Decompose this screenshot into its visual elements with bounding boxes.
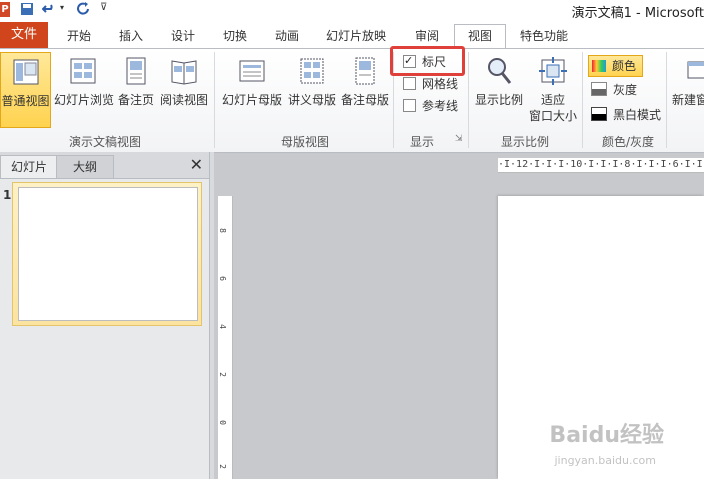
close-icon[interactable]: ✕ — [190, 155, 203, 175]
new-window-button[interactable]: 新建窗 — [672, 52, 704, 128]
pane-splitter[interactable] — [210, 152, 214, 479]
reading-view-button[interactable]: 阅读视图 — [158, 52, 210, 128]
black-white-icon — [591, 107, 607, 121]
slide-sorter-button[interactable]: 幻灯片浏览 — [54, 52, 115, 128]
notes-master-label: 备注母版 — [340, 93, 389, 107]
tab-file[interactable]: 文件 — [0, 22, 48, 48]
gridlines-checkbox[interactable] — [403, 77, 416, 90]
notes-master-icon — [355, 57, 375, 85]
slide-thumbnail[interactable] — [18, 187, 198, 321]
normal-view-label: 普通视图 — [1, 94, 50, 108]
undo-icon[interactable] — [42, 2, 56, 16]
watermark: Baidu经验 — [549, 423, 664, 448]
group-label-zoom: 显示比例 — [500, 135, 549, 149]
tab-animations[interactable]: 动画 — [266, 26, 308, 48]
group-label-master-views: 母版视图 — [280, 135, 329, 149]
group-divider — [468, 52, 469, 148]
color-button[interactable]: 颜色 — [588, 55, 644, 77]
ruler-tick: 2 — [218, 372, 227, 377]
zoom-button[interactable]: 显示比例 — [472, 52, 526, 128]
group-divider — [666, 52, 667, 148]
tab-review[interactable]: 审阅 — [404, 26, 450, 48]
slide-master-label: 幻灯片母版 — [221, 93, 282, 107]
ruler-tick: 2 — [218, 464, 227, 469]
redo-icon[interactable] — [76, 2, 90, 16]
handout-master-button[interactable]: 讲义母版 — [286, 52, 338, 128]
black-white-button[interactable]: 黑白模式 — [591, 105, 661, 125]
group-divider — [582, 52, 583, 148]
grayscale-label: 灰度 — [613, 83, 638, 97]
save-icon[interactable] — [20, 2, 34, 16]
ruler-tick: 8 — [218, 228, 227, 233]
guides-label: 参考线 — [422, 99, 459, 113]
new-window-label: 新建窗 — [672, 93, 704, 107]
title-bar: P ▾ ⊽ 演示文稿1 - Microsoft — [0, 0, 704, 21]
customize-qat-icon[interactable]: ⊽ — [100, 2, 107, 13]
fit-to-window-button[interactable]: 适应 窗口大小 — [526, 52, 580, 128]
notes-master-button[interactable]: 备注母版 — [340, 52, 390, 128]
window-title: 演示文稿1 - Microsoft — [571, 6, 704, 21]
reading-view-label: 阅读视图 — [159, 93, 208, 107]
undo-dropdown-icon[interactable]: ▾ — [60, 3, 64, 12]
tab-design[interactable]: 设计 — [162, 26, 204, 48]
color-label: 颜色 — [612, 59, 637, 73]
ruler-tick: 4 — [218, 324, 227, 329]
slide-master-icon — [239, 60, 265, 82]
ruler-tick: 0 — [218, 420, 227, 425]
slide-master-button[interactable]: 幻灯片母版 — [220, 52, 284, 128]
watermark-url: jingyan.baidu.com — [554, 454, 656, 467]
guides-checkbox[interactable] — [403, 99, 416, 112]
slide-sorter-icon — [70, 58, 96, 84]
guides-checkbox-row[interactable]: 参考线 — [403, 97, 458, 115]
gridlines-label: 网格线 — [422, 77, 459, 91]
tab-special-features[interactable]: 特色功能 — [512, 26, 576, 48]
tab-outline[interactable]: 大纲 — [56, 155, 114, 178]
tab-slides[interactable]: 幻灯片 — [0, 155, 58, 178]
color-swatch-icon — [592, 60, 606, 72]
powerpoint-logo-icon[interactable]: P — [0, 2, 10, 17]
handout-master-label: 讲义母版 — [287, 93, 336, 107]
normal-view-button[interactable]: 普通视图 — [0, 52, 51, 128]
tab-insert[interactable]: 插入 — [110, 26, 152, 48]
notes-page-icon — [126, 57, 146, 85]
zoom-label: 显示比例 — [474, 93, 523, 107]
fit-label-line1: 适应 — [540, 93, 565, 107]
group-label-color: 颜色/灰度 — [601, 135, 655, 149]
dialog-launcher-icon[interactable]: ⇲ — [455, 134, 463, 144]
magnifier-icon — [488, 58, 512, 84]
grayscale-icon — [591, 82, 607, 96]
gridlines-checkbox-row[interactable]: 网格线 — [403, 75, 458, 93]
slide-number: 1 — [3, 188, 12, 202]
black-white-label: 黑白模式 — [613, 108, 662, 122]
reading-view-icon — [171, 60, 197, 85]
fit-to-window-icon — [539, 57, 567, 85]
tab-home[interactable]: 开始 — [58, 26, 100, 48]
fit-label-line2: 窗口大小 — [528, 109, 577, 123]
tab-slideshow[interactable]: 幻灯片放映 — [318, 26, 394, 48]
vertical-ruler[interactable]: 8 6 4 2 0 2 — [218, 196, 233, 479]
notes-page-button[interactable]: 备注页 — [116, 52, 156, 128]
tab-transitions[interactable]: 切换 — [214, 26, 256, 48]
new-window-icon — [687, 61, 704, 79]
pane-tab-strip: 幻灯片 大纲 ✕ — [0, 152, 209, 179]
notes-page-label: 备注页 — [117, 93, 154, 107]
ruler-tick: 6 — [218, 276, 227, 281]
grayscale-button[interactable]: 灰度 — [591, 80, 637, 100]
handout-master-icon — [300, 58, 324, 84]
horizontal-ruler[interactable]: ·I·12·I·I·I·10·I·I·I·8·I·I·I·6·I·I·I·4 — [498, 158, 704, 173]
highlight-box — [390, 46, 465, 76]
slide-sorter-label: 幻灯片浏览 — [54, 93, 115, 107]
normal-view-icon — [13, 59, 38, 85]
group-label-presentation-views: 演示文稿视图 — [68, 135, 141, 149]
group-divider — [214, 52, 215, 148]
group-label-show: 显示 — [409, 135, 434, 149]
